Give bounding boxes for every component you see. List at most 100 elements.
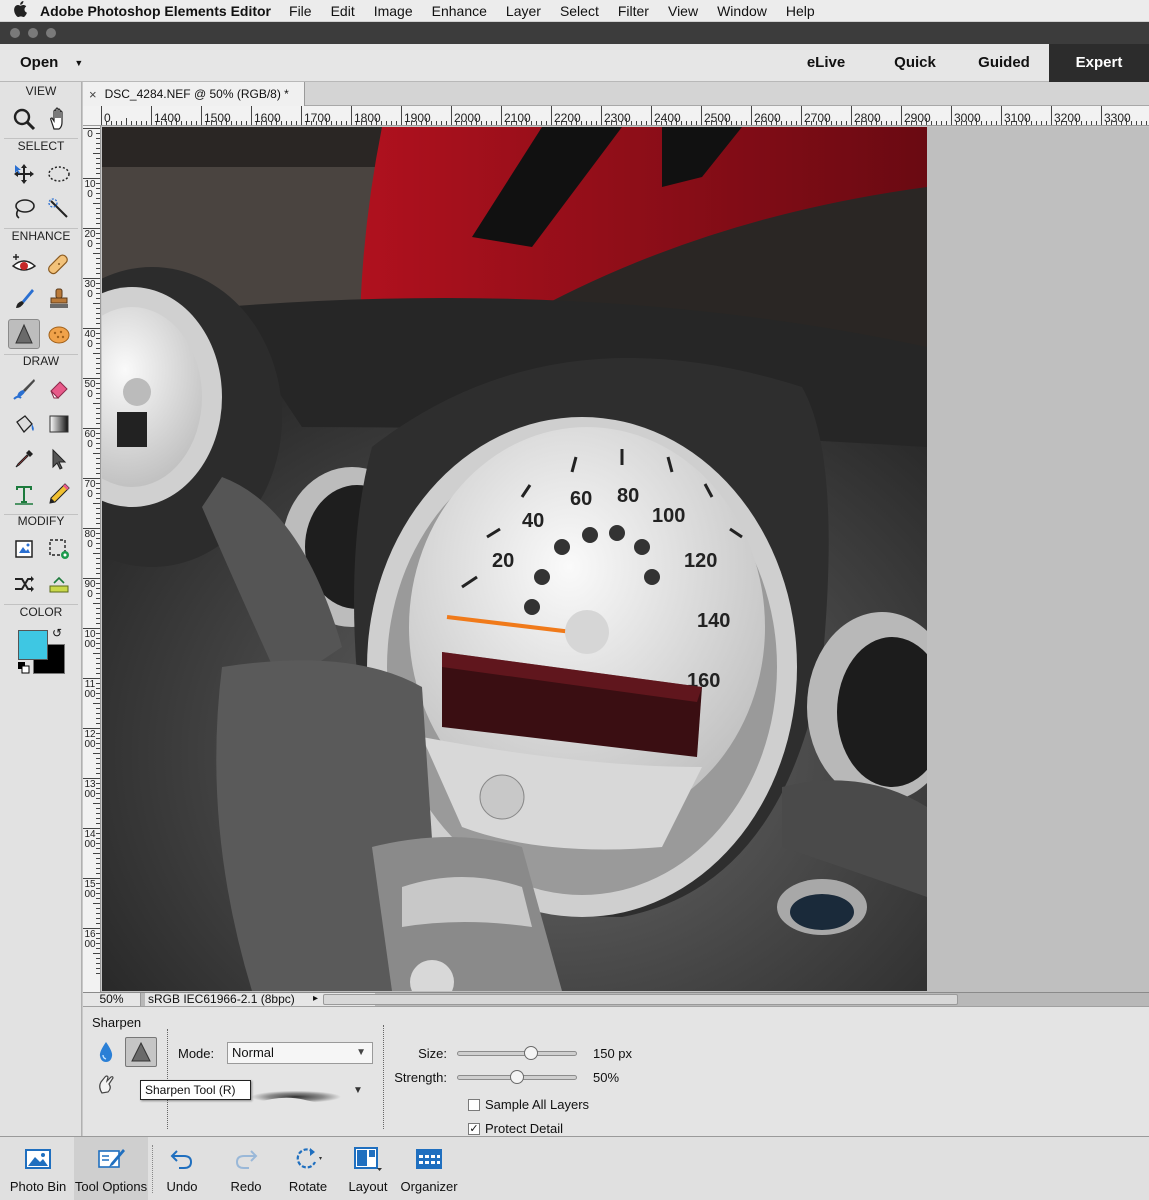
pencil-tool-icon[interactable] bbox=[43, 479, 75, 509]
gradient-tool-icon[interactable] bbox=[43, 409, 75, 439]
menu-file[interactable]: File bbox=[289, 3, 312, 19]
ruler-minor-tick bbox=[1091, 121, 1092, 125]
menu-view[interactable]: View bbox=[668, 3, 698, 19]
ruler-minor-tick bbox=[93, 553, 100, 554]
redo-button[interactable]: Redo bbox=[220, 1137, 272, 1200]
tool-options-button[interactable]: Tool Options bbox=[74, 1137, 148, 1200]
ruler-minor-tick bbox=[281, 121, 282, 125]
sponge-tool-icon[interactable] bbox=[43, 319, 75, 349]
move-tool-icon[interactable] bbox=[8, 159, 40, 189]
sample-all-layers-checkbox[interactable] bbox=[468, 1099, 480, 1111]
close-icon[interactable]: × bbox=[89, 87, 97, 102]
content-aware-move-tool-icon[interactable] bbox=[8, 569, 40, 599]
layout-button[interactable]: Layout bbox=[342, 1137, 394, 1200]
ruler-label: 1900 bbox=[404, 111, 431, 125]
eraser-tool-icon[interactable] bbox=[43, 374, 75, 404]
ruler-minor-tick bbox=[96, 583, 100, 584]
ruler-minor-tick bbox=[96, 508, 100, 509]
document-image[interactable]: 20 40 60 80 100 120 140 160 bbox=[102, 127, 927, 991]
status-menu-arrow-icon[interactable]: ▸ bbox=[313, 993, 318, 1004]
ruler-label: 1300 bbox=[84, 779, 96, 800]
sharpen-tool-icon[interactable] bbox=[8, 319, 40, 349]
hand-tool-icon[interactable] bbox=[43, 104, 75, 134]
ruler-minor-tick bbox=[96, 613, 100, 614]
mode-dropdown[interactable]: Normal ▼ bbox=[227, 1042, 373, 1064]
strength-slider-handle[interactable] bbox=[510, 1070, 524, 1084]
sharpen-option-icon[interactable] bbox=[125, 1037, 157, 1067]
toolbox: VIEW SELECT ENHANCE DRAW MODIFY COLOR ↺ bbox=[0, 82, 82, 1136]
smart-brush-tool-icon[interactable] bbox=[8, 284, 40, 314]
menu-layer[interactable]: Layer bbox=[506, 3, 541, 19]
quick-selection-tool-icon[interactable] bbox=[43, 194, 75, 224]
chevron-down-icon[interactable]: ▼ bbox=[74, 58, 83, 68]
horizontal-scrollbar[interactable] bbox=[323, 994, 958, 1005]
custom-shape-select-tool-icon[interactable] bbox=[43, 444, 75, 474]
swap-colors-icon[interactable]: ↺ bbox=[52, 626, 62, 640]
tab-elive[interactable]: eLive bbox=[790, 44, 862, 82]
type-tool-icon[interactable] bbox=[8, 479, 40, 509]
protect-detail-checkbox[interactable]: ✓ bbox=[468, 1123, 480, 1135]
tab-expert[interactable]: Expert bbox=[1049, 44, 1149, 82]
menu-filter[interactable]: Filter bbox=[618, 3, 649, 19]
brush-preview[interactable] bbox=[251, 1083, 341, 1109]
tab-guided[interactable]: Guided bbox=[962, 44, 1046, 82]
document-tab[interactable]: × DSC_4284.NEF @ 50% (RGB/8) * bbox=[83, 82, 305, 106]
ruler-minor-tick bbox=[93, 153, 100, 154]
spot-healing-tool-icon[interactable] bbox=[43, 249, 75, 279]
marquee-tool-icon[interactable] bbox=[43, 159, 75, 189]
paint-bucket-tool-icon[interactable] bbox=[8, 409, 40, 439]
rotate-button[interactable]: Rotate bbox=[282, 1137, 334, 1200]
brush-tool-icon[interactable] bbox=[8, 374, 40, 404]
zoom-tool-icon[interactable] bbox=[8, 104, 40, 134]
default-colors-icon[interactable] bbox=[18, 662, 30, 674]
apple-icon[interactable] bbox=[0, 1, 40, 20]
lasso-tool-icon[interactable] bbox=[8, 194, 40, 224]
ruler-label: 200 bbox=[84, 229, 96, 250]
ruler-minor-tick bbox=[541, 121, 542, 125]
brush-picker-arrow-icon[interactable]: ▼ bbox=[353, 1085, 363, 1096]
size-slider-handle[interactable] bbox=[524, 1046, 539, 1060]
ruler-minor-tick bbox=[96, 573, 100, 574]
menu-image[interactable]: Image bbox=[374, 3, 413, 19]
menu-window[interactable]: Window bbox=[717, 3, 767, 19]
undo-button[interactable]: Undo bbox=[156, 1137, 208, 1200]
tab-quick[interactable]: Quick bbox=[880, 44, 950, 82]
ruler-minor-tick bbox=[196, 121, 197, 125]
menu-enhance[interactable]: Enhance bbox=[432, 3, 487, 19]
ruler-minor-tick bbox=[96, 843, 100, 844]
window-minimize-button[interactable] bbox=[28, 28, 38, 38]
organizer-button[interactable]: Organizer bbox=[398, 1137, 460, 1200]
open-button[interactable]: Open ▼ bbox=[20, 54, 83, 71]
divider bbox=[152, 1145, 153, 1193]
ruler-minor-tick bbox=[581, 121, 582, 125]
divider bbox=[167, 1029, 168, 1129]
ruler-minor-tick bbox=[96, 413, 100, 414]
smudge-tool-icon[interactable] bbox=[95, 1071, 117, 1097]
recompose-tool-icon[interactable] bbox=[43, 534, 75, 564]
canvas-area[interactable]: 20 40 60 80 100 120 140 160 bbox=[102, 127, 1149, 992]
clone-stamp-tool-icon[interactable] bbox=[43, 284, 75, 314]
window-close-button[interactable] bbox=[10, 28, 20, 38]
blur-tool-icon[interactable] bbox=[95, 1039, 117, 1065]
ruler-minor-tick bbox=[981, 121, 982, 125]
menu-help[interactable]: Help bbox=[786, 3, 815, 19]
ruler-minor-tick bbox=[531, 121, 532, 125]
photo-bin-button[interactable]: Photo Bin bbox=[6, 1137, 70, 1200]
red-eye-tool-icon[interactable] bbox=[8, 249, 40, 279]
foreground-color-swatch[interactable] bbox=[18, 630, 48, 660]
crop-tool-icon[interactable] bbox=[8, 534, 40, 564]
app-name[interactable]: Adobe Photoshop Elements Editor bbox=[40, 3, 271, 19]
ruler-minor-tick bbox=[96, 383, 100, 384]
ruler-minor-tick bbox=[1096, 121, 1097, 125]
ruler-minor-tick bbox=[991, 121, 992, 125]
ruler-minor-tick bbox=[396, 121, 397, 125]
zoom-level-field[interactable]: 50% bbox=[83, 993, 141, 1006]
menu-edit[interactable]: Edit bbox=[331, 3, 355, 19]
menu-select[interactable]: Select bbox=[560, 3, 599, 19]
straighten-tool-icon[interactable] bbox=[43, 569, 75, 599]
window-zoom-button[interactable] bbox=[46, 28, 56, 38]
strength-value: 50% bbox=[593, 1070, 620, 1085]
size-slider-track[interactable] bbox=[457, 1051, 577, 1056]
eyedropper-tool-icon[interactable] bbox=[8, 444, 40, 474]
ruler-minor-tick bbox=[831, 121, 832, 125]
